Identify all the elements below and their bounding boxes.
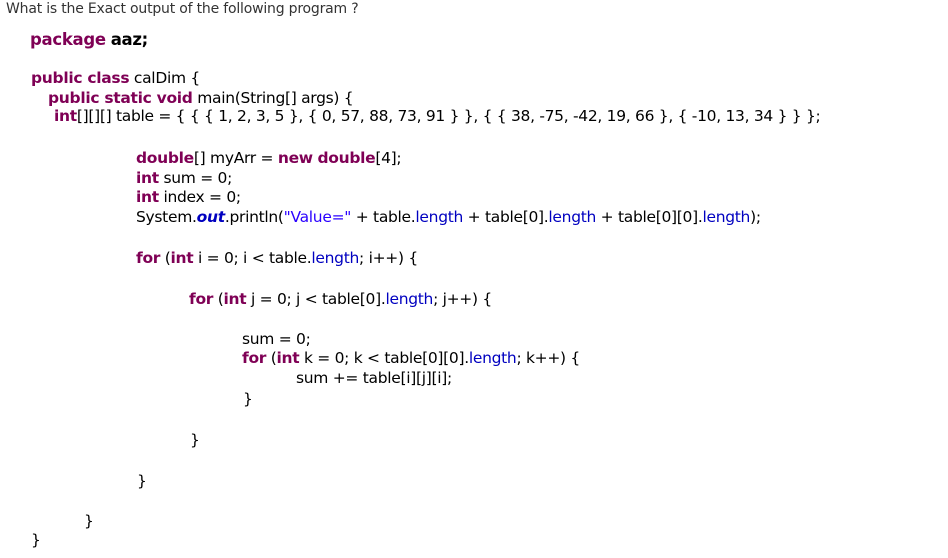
keyword: new xyxy=(277,149,313,167)
closing-brace-class: } xyxy=(31,531,41,549)
code-text: i = 0; i < table. xyxy=(193,249,312,267)
keyword: for xyxy=(242,349,267,367)
closing-brace-main: } xyxy=(84,512,94,530)
string-literal: "Value=" xyxy=(283,208,352,226)
code-text: ( xyxy=(213,290,224,308)
code-text: j = 0; j < table[0]. xyxy=(246,290,386,308)
code-line-table-declaration: int[][][] table = { { { 1, 2, 3, 5 }, { … xyxy=(54,107,821,126)
code-text: [] myArr = xyxy=(193,149,278,167)
code-text: [4]; xyxy=(375,149,402,167)
keyword: int xyxy=(223,290,247,308)
code-line-myarr: double[] myArr = new double[4]; xyxy=(136,149,402,168)
code-line-class: public class calDim { xyxy=(31,69,200,88)
code-line-index: int index = 0; xyxy=(136,188,241,207)
keyword: package xyxy=(30,30,106,49)
keyword: for xyxy=(189,290,214,308)
class-name: calDim { xyxy=(133,69,200,87)
keyword: int xyxy=(136,169,159,187)
closing-brace-for-k: } xyxy=(243,390,253,408)
package-name: aaz; xyxy=(110,30,149,49)
code-line-for-k: for (int k = 0; k < table[0][0].length; … xyxy=(242,349,580,368)
keyword: int xyxy=(54,107,77,125)
code-line-sum-add: sum += table[i][j][i]; xyxy=(296,369,452,388)
length-field: length xyxy=(311,249,360,267)
code-text: ( xyxy=(266,349,277,367)
length-field: length xyxy=(702,208,751,226)
code-text: .println( xyxy=(224,208,284,226)
keyword: int xyxy=(136,188,159,206)
code-line-sum: int sum = 0; xyxy=(136,169,232,188)
closing-brace-for-i: } xyxy=(137,472,147,490)
code-text: System. xyxy=(136,208,197,226)
keyword: double xyxy=(317,149,376,167)
code-text: sum = 0; xyxy=(158,169,233,187)
code-text: ( xyxy=(160,249,171,267)
code-text: + table[0][0]. xyxy=(596,208,703,226)
code-line-sum-reset: sum = 0; xyxy=(242,330,311,349)
keyword: public static void xyxy=(48,89,193,107)
keyword: for xyxy=(136,249,161,267)
method-signature: main(String[] args) { xyxy=(197,89,354,107)
code-line-package: package aaz; xyxy=(30,30,148,49)
keyword: int xyxy=(170,249,194,267)
length-field: length xyxy=(415,208,464,226)
code-line-for-i: for (int i = 0; i < table.length; i++) { xyxy=(136,249,418,268)
closing-brace-for-j: } xyxy=(190,431,200,449)
code-text: ; i++) { xyxy=(359,249,418,267)
keyword: public class xyxy=(31,69,130,87)
code-line-main-method: public static void main(String[] args) { xyxy=(48,89,354,108)
code-line-println: System.out.println("Value=" + table.leng… xyxy=(136,208,761,227)
code-text: + table. xyxy=(351,208,416,226)
length-field: length xyxy=(548,208,597,226)
code-text: sum += table[i][j][i]; xyxy=(296,369,452,387)
code-line-for-j: for (int j = 0; j < table[0].length; j++… xyxy=(189,290,492,309)
out-field: out xyxy=(196,208,226,226)
length-field: length xyxy=(385,290,434,308)
code-text: + table[0]. xyxy=(463,208,549,226)
code-text: ); xyxy=(750,208,761,226)
table-declaration: [][][] table = { { { 1, 2, 3, 5 }, { 0, … xyxy=(76,107,821,125)
code-text: index = 0; xyxy=(158,188,241,206)
length-field: length xyxy=(468,349,517,367)
code-text: sum = 0; xyxy=(242,330,311,348)
code-text: ; j++) { xyxy=(433,290,492,308)
keyword: int xyxy=(276,349,300,367)
keyword: double xyxy=(136,149,194,167)
code-text: ; k++) { xyxy=(516,349,580,367)
code-text: k = 0; k < table[0][0]. xyxy=(299,349,469,367)
question-text: What is the Exact output of the followin… xyxy=(6,1,359,17)
